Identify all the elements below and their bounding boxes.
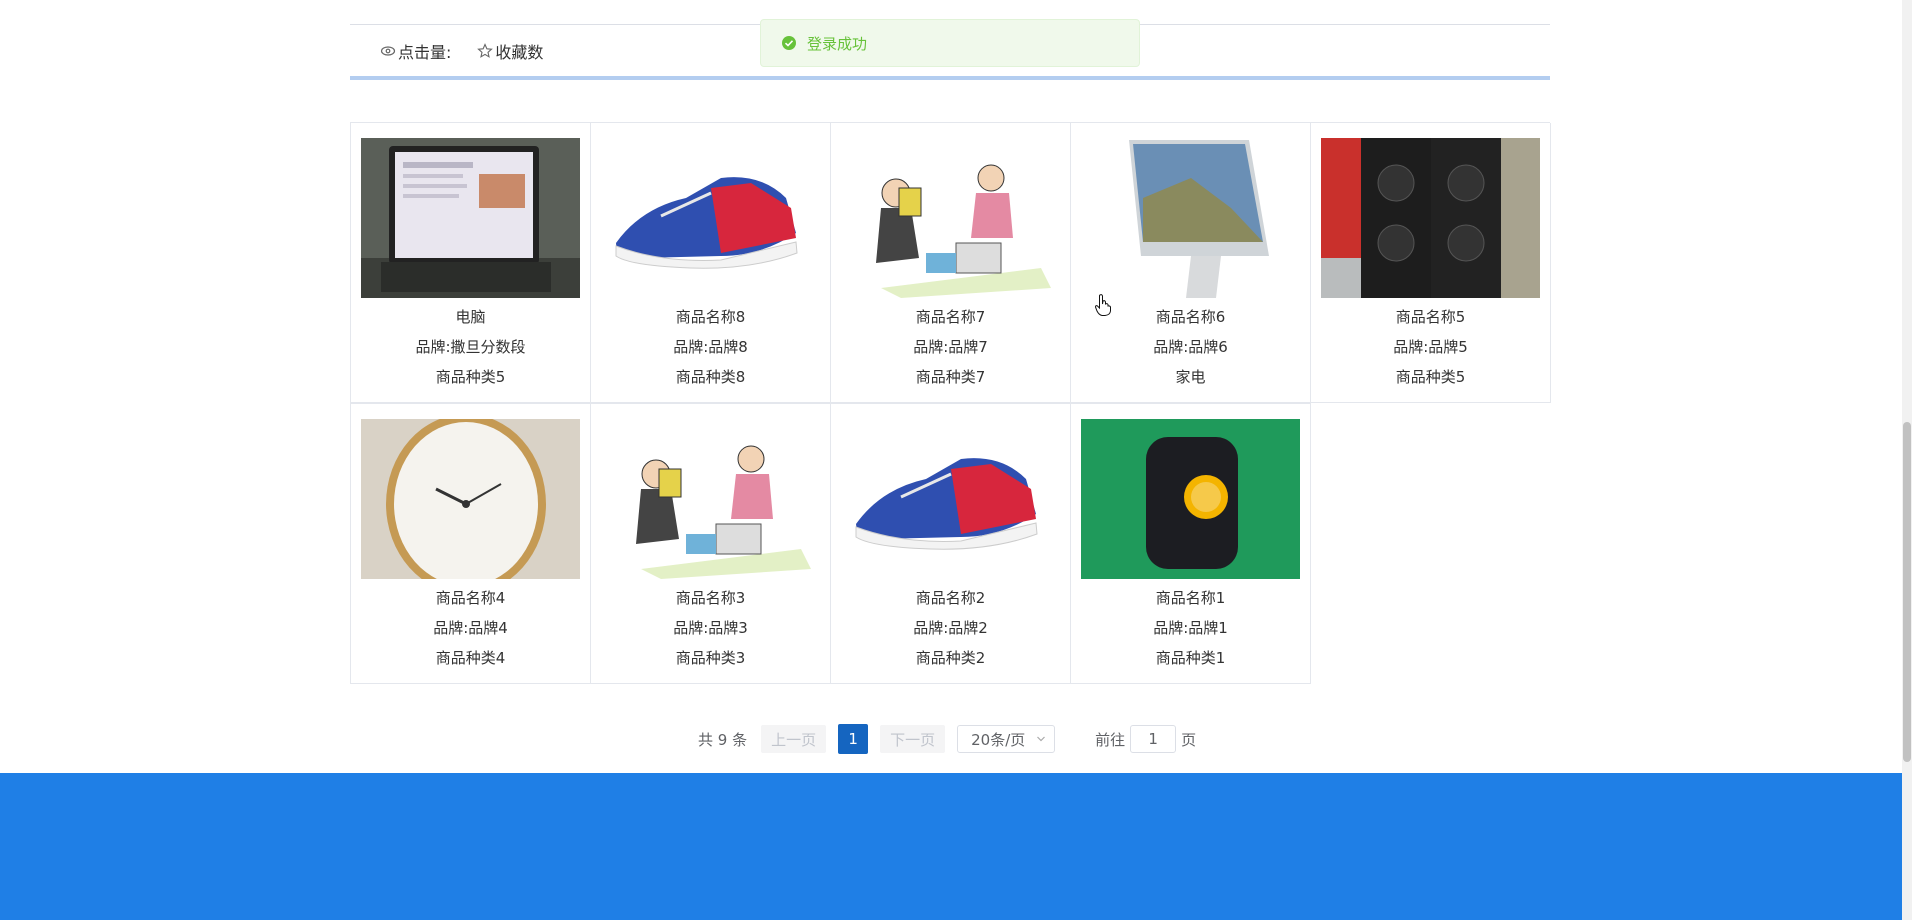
product-card[interactable]: 商品名称8 品牌:品牌8 商品种类8 bbox=[591, 123, 831, 403]
page-jump: 前往 1 页 bbox=[1095, 725, 1196, 753]
product-category: 商品种类5 bbox=[435, 368, 506, 386]
scrollbar[interactable] bbox=[1902, 0, 1912, 920]
hand-cursor-icon bbox=[1094, 294, 1111, 316]
product-brand: 品牌:品牌8 bbox=[673, 338, 748, 356]
chevron-down-icon bbox=[1037, 736, 1046, 742]
product-name: 商品名称4 bbox=[435, 589, 506, 607]
toast-message: 登录成功 bbox=[807, 34, 868, 53]
product-brand: 品牌:品牌4 bbox=[433, 619, 508, 637]
page-size-select[interactable]: 20条/页 bbox=[957, 725, 1056, 753]
goto-suffix: 页 bbox=[1181, 730, 1197, 749]
product-name: 电脑 bbox=[455, 308, 486, 326]
phone-photo bbox=[1081, 419, 1300, 579]
product-grid-row-2: 商品名称4 品牌:品牌4 商品种类4 商品名称3 品牌:品牌3 商品种类3 商品… bbox=[350, 403, 1311, 684]
product-category: 商品种类1 bbox=[1155, 649, 1226, 667]
footer bbox=[0, 773, 1902, 920]
cartoon-kids-illustration bbox=[601, 419, 820, 579]
star-icon bbox=[477, 43, 494, 58]
next-page-button[interactable]: 下一页 bbox=[880, 725, 946, 753]
product-card[interactable]: 商品名称6 品牌:品牌6 家电 bbox=[1071, 123, 1311, 403]
watch-photo bbox=[361, 419, 580, 579]
product-brand: 品牌:品牌7 bbox=[913, 338, 988, 356]
product-card[interactable]: 商品名称2 品牌:品牌2 商品种类2 bbox=[831, 404, 1071, 684]
product-card[interactable]: 商品名称4 品牌:品牌4 商品种类4 bbox=[351, 404, 591, 684]
total-count: 共 9 条 bbox=[698, 730, 748, 749]
page-number-current[interactable]: 1 bbox=[838, 724, 869, 754]
product-category: 家电 bbox=[1175, 368, 1206, 386]
product-name: 商品名称8 bbox=[675, 308, 746, 326]
scrollbar-thumb[interactable] bbox=[1903, 422, 1911, 762]
pagination: 共 9 条 上一页 1 下一页 20条/页 前往 1 页 bbox=[698, 724, 1196, 754]
sneaker-photo bbox=[601, 138, 820, 298]
product-category: 商品种类8 bbox=[675, 368, 746, 386]
product-category: 商品种类5 bbox=[1395, 368, 1466, 386]
speakers-photo bbox=[1321, 138, 1540, 298]
sneaker-photo bbox=[841, 419, 1060, 579]
product-name: 商品名称6 bbox=[1155, 308, 1226, 326]
stats-bar: 点击量: 收藏数 bbox=[380, 38, 569, 64]
product-brand: 品牌:品牌3 bbox=[673, 619, 748, 637]
goto-prefix: 前往 bbox=[1095, 730, 1126, 749]
product-card[interactable]: 电脑 品牌:撒旦分数段 商品种类5 bbox=[351, 123, 591, 403]
product-brand: 品牌:品牌6 bbox=[1153, 338, 1228, 356]
click-count-label: 点击量: bbox=[398, 43, 452, 62]
product-category: 商品种类4 bbox=[435, 649, 506, 667]
product-category: 商品种类7 bbox=[915, 368, 986, 386]
goto-page-input[interactable]: 1 bbox=[1130, 725, 1177, 753]
product-brand: 品牌:撒旦分数段 bbox=[415, 338, 526, 356]
favorite-count-label: 收藏数 bbox=[495, 43, 544, 62]
product-card[interactable]: 商品名称7 品牌:品牌7 商品种类7 bbox=[831, 123, 1071, 403]
page-size-value: 20条/页 bbox=[971, 730, 1026, 749]
product-grid-row-1: 电脑 品牌:撒旦分数段 商品种类5 商品名称8 品牌:品牌8 商品种类8 商品名… bbox=[350, 122, 1551, 403]
cartoon-kids-illustration bbox=[841, 138, 1060, 298]
product-card[interactable]: 商品名称1 品牌:品牌1 商品种类1 bbox=[1071, 404, 1311, 684]
prev-page-button[interactable]: 上一页 bbox=[761, 725, 827, 753]
product-brand: 品牌:品牌1 bbox=[1153, 619, 1228, 637]
product-name: 商品名称1 bbox=[1155, 589, 1226, 607]
product-category: 商品种类2 bbox=[915, 649, 986, 667]
imac-photo bbox=[1081, 138, 1300, 298]
product-name: 商品名称2 bbox=[915, 589, 986, 607]
product-brand: 品牌:品牌5 bbox=[1393, 338, 1468, 356]
product-name: 商品名称7 bbox=[915, 308, 986, 326]
section-divider bbox=[350, 76, 1550, 80]
laptop-photo bbox=[361, 138, 580, 298]
eye-icon bbox=[380, 46, 396, 56]
check-circle-icon bbox=[782, 36, 796, 50]
product-name: 商品名称5 bbox=[1395, 308, 1466, 326]
success-toast: 登录成功 bbox=[760, 19, 1140, 67]
product-card[interactable]: 商品名称5 品牌:品牌5 商品种类5 bbox=[1311, 123, 1551, 403]
product-name: 商品名称3 bbox=[675, 589, 746, 607]
product-category: 商品种类3 bbox=[675, 649, 746, 667]
product-brand: 品牌:品牌2 bbox=[913, 619, 988, 637]
click-count: 点击量: bbox=[380, 39, 451, 63]
product-card[interactable]: 商品名称3 品牌:品牌3 商品种类3 bbox=[591, 404, 831, 684]
favorite-count[interactable]: 收藏数 bbox=[477, 39, 543, 63]
